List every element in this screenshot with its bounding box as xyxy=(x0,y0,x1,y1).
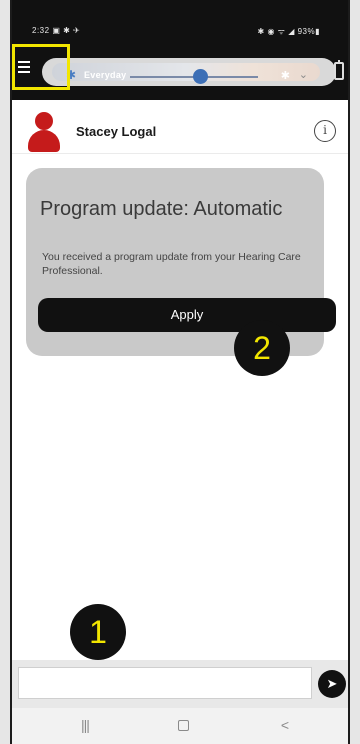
back-icon[interactable]: < xyxy=(270,717,300,733)
app-toolbar: ✱ Everyday ✱ ⌄ xyxy=(12,40,348,100)
program-label: Everyday xyxy=(84,70,127,80)
phone-bezel-right xyxy=(348,0,360,744)
profile-name: Stacey Logal xyxy=(76,124,157,139)
profile-header: Stacey Logal i xyxy=(12,106,348,154)
chevron-down-icon[interactable]: ⌄ xyxy=(299,68,308,81)
volume-slider-thumb[interactable] xyxy=(192,69,208,84)
phone-bezel-left xyxy=(0,0,12,744)
android-nav-bar: ||| < xyxy=(12,708,348,744)
info-icon[interactable]: i xyxy=(314,120,336,142)
menu-button[interactable] xyxy=(12,44,70,90)
phone-screen: 2:32 ▣ ✱ ✈ ✱ ◉ ᯤ ◢ 93%▮ ✱ Everyday ✱ ⌄ S… xyxy=(12,0,348,744)
apply-button[interactable]: Apply xyxy=(38,298,336,332)
message-composer: ➤ xyxy=(12,660,348,708)
volume-pill-track: ✱ Everyday ✱ ⌄ xyxy=(52,63,320,84)
home-icon[interactable] xyxy=(168,717,198,734)
bluetooth-icon-right: ✱ xyxy=(280,70,290,82)
avatar-icon xyxy=(28,112,60,152)
send-icon[interactable]: ➤ xyxy=(318,670,346,698)
menu-icon xyxy=(18,61,30,73)
callout-badge-2: 2 xyxy=(234,320,290,376)
status-bar: 2:32 ▣ ✱ ✈ ✱ ◉ ᯤ ◢ 93%▮ xyxy=(12,0,348,40)
message-input[interactable] xyxy=(18,667,312,699)
status-indicators: ✱ ◉ ᯤ ◢ 93%▮ xyxy=(257,27,320,36)
update-message: You received a program update from your … xyxy=(42,251,301,277)
battery-icon xyxy=(334,60,344,80)
status-time: 2:32 ▣ ✱ ✈ xyxy=(32,26,81,35)
program-volume-control[interactable]: ✱ Everyday ✱ ⌄ xyxy=(42,58,336,86)
callout-badge-1: 1 xyxy=(70,604,126,660)
recents-icon[interactable]: ||| xyxy=(70,717,100,733)
update-title: Program update: Automatic xyxy=(40,198,283,220)
